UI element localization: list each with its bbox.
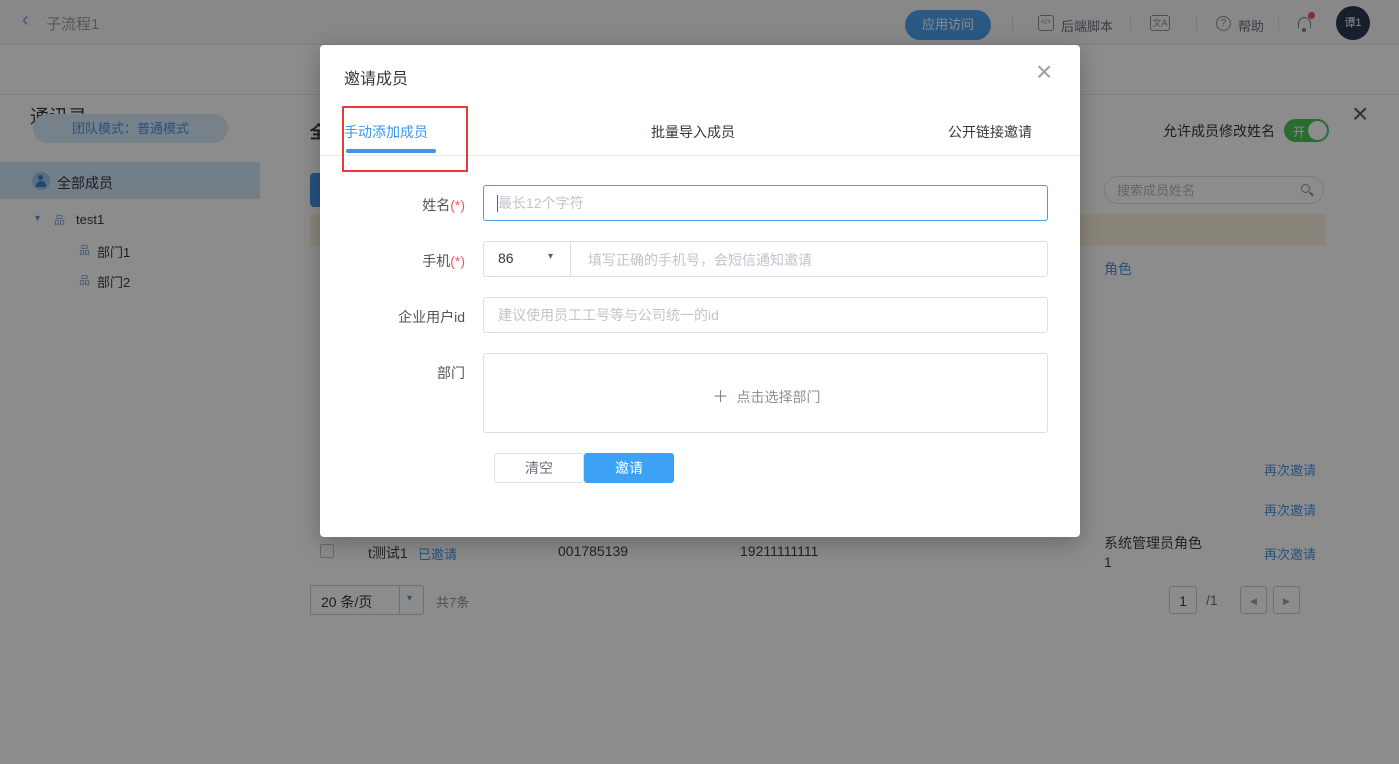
invite-button[interactable]: 邀请 bbox=[584, 453, 674, 483]
app-window: ‹ 子流程1 应用访问 </> 后端脚本 文A ? 帮助 谭1 通讯录 × 团队… bbox=[0, 0, 1399, 764]
modal-close-icon[interactable]: × bbox=[1036, 56, 1052, 88]
userid-field-label: 企业用户id bbox=[320, 307, 465, 327]
chevron-down-icon: ▾ bbox=[548, 251, 553, 262]
name-input[interactable] bbox=[498, 187, 1028, 219]
country-code-select[interactable]: 86 ▾ bbox=[484, 242, 571, 276]
clear-button[interactable]: 清空 bbox=[494, 453, 584, 483]
phone-placeholder[interactable]: 填写正确的手机号，会短信通知邀请 bbox=[588, 250, 812, 270]
name-field bbox=[483, 185, 1048, 221]
modal-title: 邀请成员 bbox=[344, 65, 408, 89]
phone-field-label: 手机(*) bbox=[320, 251, 465, 271]
dept-picker-label: 点击选择部门 bbox=[737, 389, 821, 405]
dept-picker-inner: ＋ 点击选择部门 bbox=[484, 383, 1049, 407]
tab-public-link[interactable]: 公开链接邀请 bbox=[948, 122, 1032, 142]
country-code-value: 86 bbox=[498, 250, 514, 266]
tab-batch-import[interactable]: 批量导入成员 bbox=[651, 122, 735, 142]
required-mark: (*) bbox=[450, 197, 465, 213]
phone-field: 86 ▾ 填写正确的手机号，会短信通知邀请 bbox=[483, 241, 1048, 277]
annotation-highlight-box bbox=[342, 106, 468, 172]
dept-field-label: 部门 bbox=[320, 363, 465, 383]
userid-field bbox=[483, 297, 1048, 333]
required-mark: (*) bbox=[450, 253, 465, 269]
dept-picker[interactable]: ＋ 点击选择部门 bbox=[483, 353, 1048, 433]
userid-input[interactable] bbox=[498, 299, 1028, 331]
name-field-label: 姓名(*) bbox=[320, 195, 465, 215]
plus-icon: ＋ bbox=[712, 389, 728, 406]
